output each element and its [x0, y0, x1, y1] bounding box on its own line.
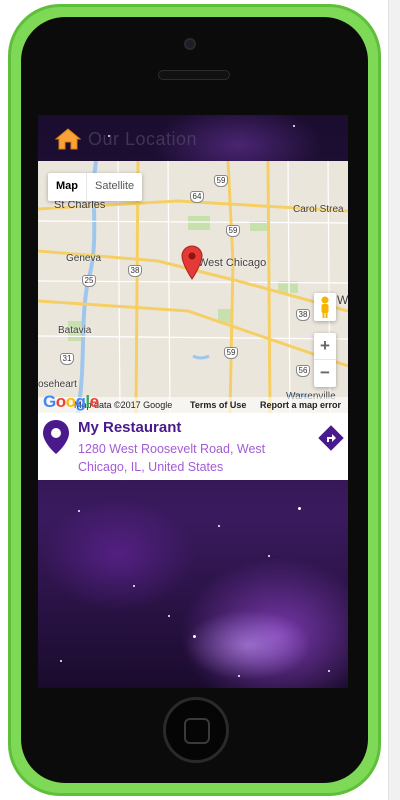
route-shield: 59 [224, 347, 238, 359]
map-marker-icon[interactable] [181, 245, 203, 281]
star [328, 670, 330, 672]
place-address[interactable]: 1280 West Roosevelt Road, West Chicago, … [78, 440, 303, 476]
map-type-map-button[interactable]: Map [48, 173, 87, 201]
report-map-error-link[interactable]: Report a map error [260, 400, 341, 410]
map-type-control: Map Satellite [48, 173, 143, 201]
route-shield: 59 [214, 175, 228, 187]
front-camera [184, 38, 196, 50]
route-shield: 38 [128, 265, 142, 277]
route-shield: 31 [60, 353, 74, 365]
map-label-aurora: oseheart [38, 379, 77, 390]
route-shield: 56 [296, 365, 310, 377]
app-header: Our Location [38, 115, 348, 161]
street-view-control[interactable] [314, 293, 336, 321]
zoom-in-button[interactable]: + [314, 333, 336, 360]
map-label-batavia: Batavia [58, 325, 92, 336]
google-logo[interactable]: Google [43, 392, 99, 412]
zoom-control: + − [314, 333, 336, 387]
place-pin-icon [43, 420, 69, 454]
app-screen: Our Location St Charles West Chicago Car… [38, 115, 348, 688]
map-label-w: W [337, 293, 348, 307]
home-icon[interactable] [55, 127, 81, 151]
directions-icon[interactable] [317, 424, 345, 452]
place-name: My Restaurant [78, 419, 182, 436]
route-shield: 59 [226, 225, 240, 237]
terms-of-use-link[interactable]: Terms of Use [190, 400, 246, 410]
route-shield: 38 [296, 309, 310, 321]
place-info-card: My Restaurant 1280 West Roosevelt Road, … [38, 413, 348, 480]
zoom-out-button[interactable]: − [314, 360, 336, 387]
star [78, 510, 80, 512]
star [238, 675, 240, 677]
phone-home-button[interactable] [163, 697, 229, 763]
star [193, 635, 196, 638]
route-shield: 25 [82, 275, 96, 287]
star [168, 615, 170, 617]
star [268, 555, 270, 557]
star [133, 585, 135, 587]
map-view[interactable]: St Charles West Chicago Carol Strea Gene… [38, 161, 348, 413]
map-type-satellite-button[interactable]: Satellite [87, 173, 142, 201]
map-label-carol-stream: Carol Strea [293, 204, 344, 215]
browser-scrollbar[interactable] [388, 0, 400, 800]
star [218, 525, 220, 527]
star [60, 660, 62, 662]
earpiece-speaker [158, 70, 230, 80]
pegman-icon [321, 296, 329, 318]
star [298, 507, 301, 510]
route-shield: 64 [190, 191, 204, 203]
map-label-geneva: Geneva [66, 253, 102, 264]
page-title: Our Location [88, 129, 198, 149]
map-label-west-chicago: West Chicago [198, 257, 267, 269]
